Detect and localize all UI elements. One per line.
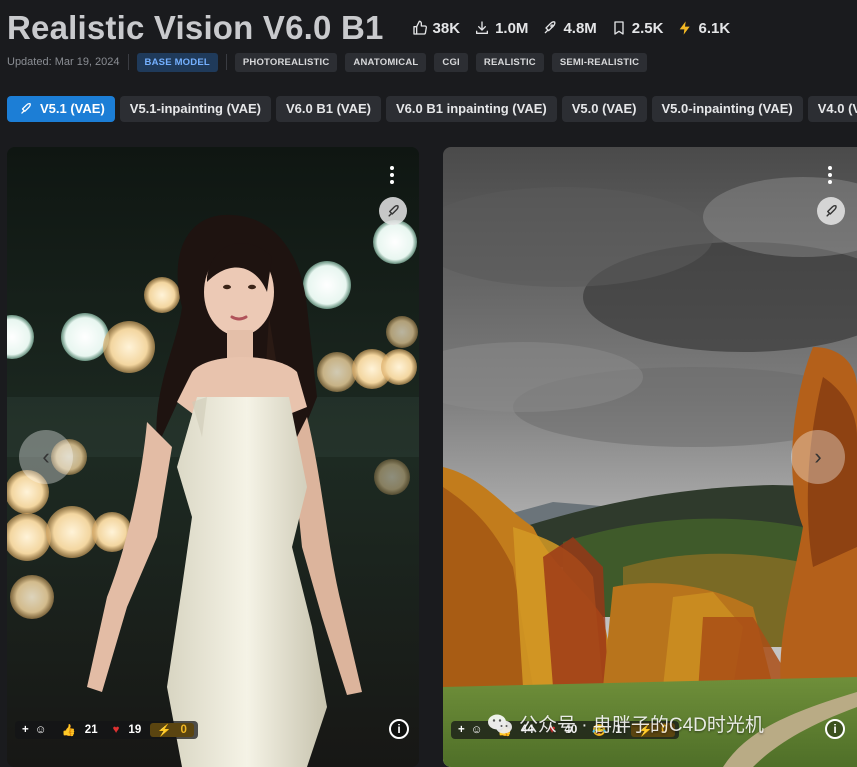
base-model-badge[interactable]: BASE MODEL xyxy=(136,52,218,72)
likes-count: 38K xyxy=(432,19,461,37)
smiley-icon: ☺ xyxy=(34,724,47,736)
rocket-icon xyxy=(387,204,399,217)
divider xyxy=(225,54,227,70)
download-icon xyxy=(476,21,489,34)
heart-icon: ♥ xyxy=(112,724,120,736)
tip-button[interactable]: ⚡ 0 xyxy=(150,723,194,737)
tag-anatomical[interactable]: ANATOMICAL xyxy=(345,52,427,72)
rocket-icon xyxy=(825,204,837,217)
bolt-icon: ⚡ xyxy=(157,725,172,737)
model-title: Realistic Vision V6.0 B1 xyxy=(7,9,384,46)
info-button[interactable]: i xyxy=(389,719,409,739)
updated-date: Updated: Mar 19, 2024 xyxy=(7,56,120,68)
version-tab-v5-1-inpainting-vae[interactable]: V5.1-inpainting (VAE) xyxy=(119,96,271,122)
heart-reaction[interactable]: ♥ 19 xyxy=(107,724,148,736)
chevron-right-icon: › xyxy=(814,444,822,469)
tip-count: 0 xyxy=(180,724,187,736)
version-tab-v6-0-b1-vae[interactable]: V6.0 B1 (VAE) xyxy=(276,96,382,122)
more-options-button[interactable] xyxy=(820,163,840,187)
chevron-left-icon: ‹ xyxy=(42,444,50,469)
info-icon: i xyxy=(397,722,401,736)
watermark-text: 公众号 · 冉胖子的C4D时光机 xyxy=(519,715,764,736)
tag-semi-realistic[interactable]: SEMI-REALISTIC xyxy=(551,52,648,72)
add-reaction-button[interactable]: + ☺ xyxy=(455,724,488,736)
version-tab-v5-1-vae[interactable]: V5.1 (VAE) xyxy=(7,96,115,122)
version-tab-v4-0-vae[interactable]: V4.0 (VAE) xyxy=(807,96,857,122)
downloads-stat[interactable]: 1.0M xyxy=(474,20,528,37)
info-button[interactable]: i xyxy=(825,719,845,739)
carousel-next-button[interactable]: › xyxy=(791,430,845,484)
tag-realistic[interactable]: REALISTIC xyxy=(475,52,544,72)
like-reaction[interactable]: 👍 21 xyxy=(55,723,103,737)
tag-photorealistic[interactable]: PHOTOREALISTIC xyxy=(234,52,338,72)
generations-count: 4.8M xyxy=(563,19,597,37)
buzz-count: 6.1K xyxy=(698,19,731,37)
more-options-button[interactable] xyxy=(382,163,402,187)
likes-stat[interactable]: 38K xyxy=(412,19,461,37)
tag-cgi[interactable]: CGI xyxy=(434,52,468,72)
smiley-icon: ☺ xyxy=(470,724,483,736)
remix-button[interactable] xyxy=(817,197,845,225)
version-tab-v5-0-inpainting-vae[interactable]: V5.0-inpainting (VAE) xyxy=(651,96,803,122)
rocket-icon xyxy=(545,21,556,34)
bookmarks-stat[interactable]: 2.5K xyxy=(611,19,664,37)
heart-count: 19 xyxy=(128,724,142,736)
bookmarks-count: 2.5K xyxy=(631,19,664,37)
reaction-bar: + ☺ 👍 21 ♥ 19 ⚡ 0 xyxy=(15,721,198,739)
gallery-image-card[interactable]: ‹ + ☺ 👍 21 ♥ 19 ⚡ 0 i xyxy=(7,147,419,767)
bolt-icon xyxy=(680,21,691,35)
like-count: 21 xyxy=(84,724,98,736)
version-tab-v6-0-b1-inpainting-vae[interactable]: V6.0 B1 inpainting (VAE) xyxy=(386,96,557,122)
info-icon: i xyxy=(833,722,837,736)
bookmark-icon xyxy=(614,21,624,35)
downloads-count: 1.0M xyxy=(495,19,529,37)
meta-row: Updated: Mar 19, 2024 BASE MODEL PHOTORE… xyxy=(7,52,648,72)
rocket-icon xyxy=(21,103,31,114)
generations-stat[interactable]: 4.8M xyxy=(542,19,597,37)
version-tab-v5-0-vae[interactable]: V5.0 (VAE) xyxy=(561,96,647,122)
gallery-image-card[interactable]: › +☺ 👍44 ♥40 😂1 ⚡0 i xyxy=(443,147,857,767)
add-reaction-button[interactable]: + ☺ xyxy=(19,724,52,736)
thumbs-up-icon: 👍 xyxy=(61,725,76,737)
version-tabs: V5.1 (VAE) V5.1-inpainting (VAE) V6.0 B1… xyxy=(7,96,857,122)
model-header: Realistic Vision V6.0 B1 38K 1.0M 4.8M 2… xyxy=(7,8,730,48)
carousel-prev-button[interactable]: ‹ xyxy=(19,430,73,484)
buzz-stat[interactable]: 6.1K xyxy=(677,20,730,37)
thumbs-up-icon xyxy=(412,20,427,35)
version-tab-label: V5.1 (VAE) xyxy=(40,101,105,116)
remix-button[interactable] xyxy=(379,197,407,225)
watermark: 公众号 · 冉胖子的C4D时光机 xyxy=(487,710,764,737)
wechat-icon xyxy=(488,714,512,733)
divider xyxy=(127,54,129,70)
